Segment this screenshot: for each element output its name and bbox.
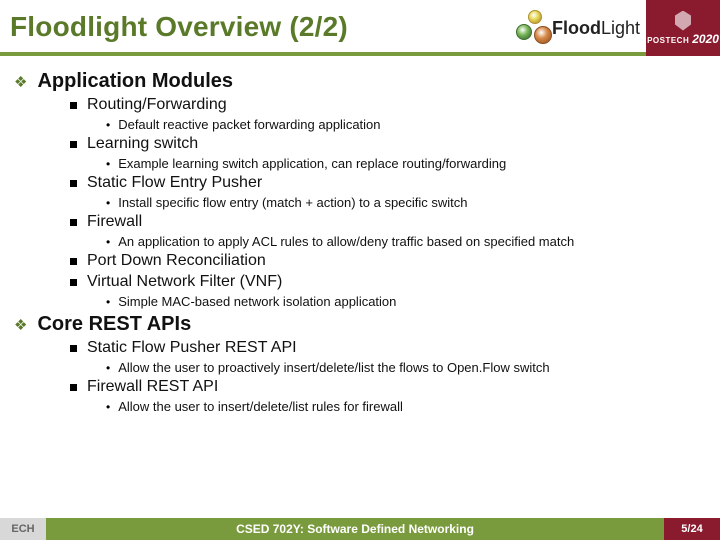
item-title: Virtual Network Filter (VNF) [87,273,282,291]
item-title: Static Flow Pusher REST API [87,339,297,357]
square-bullet-icon [70,219,77,226]
subitem-text: Example learning switch application, can… [118,156,506,171]
square-bullet-icon [70,258,77,265]
item-title: Static Flow Entry Pusher [87,174,262,192]
subitem: • Allow the user to proactively insert/de… [106,359,712,375]
square-bullet-icon [70,279,77,286]
subitem-text: Install specific flow entry (match + act… [118,195,467,210]
item-learning-switch: Learning switch [70,135,712,153]
footer-course-title: CSED 702Y: Software Defined Networking [46,518,664,540]
section-title: Application Modules [37,70,233,93]
floodlight-logo: FloodLight [512,8,640,48]
logo-area: FloodLight POSTECH 2020 [512,0,720,56]
footer-left-label: ECH [0,518,46,540]
postech-year: 2020 [692,32,719,46]
section-application-modules: ❖ Application Modules [8,70,712,93]
postech-label: POSTECH [647,36,689,45]
content: ❖Application Modules Routing/Forwarding … [0,56,720,414]
subitem-text: An application to apply ACL rules to all… [118,234,574,249]
subitem: • Example learning switch application, ca… [106,155,712,171]
footer: ECH CSED 702Y: Software Defined Networki… [0,518,720,540]
item-title: Learning switch [87,135,198,153]
subitem-text: Simple MAC-based network isolation appli… [118,294,396,309]
square-bullet-icon [70,345,77,352]
dot-bullet-icon: • [106,401,110,413]
item-routing-forwarding: Routing/Forwarding [70,96,712,114]
postech-badge: POSTECH 2020 [646,0,720,56]
item-static-flow-pusher-rest-api: Static Flow Pusher REST API [70,339,712,357]
item-title: Firewall [87,213,142,231]
subitem: • Simple MAC-based network isolation appl… [106,293,712,309]
item-virtual-network-filter: Virtual Network Filter (VNF) [70,273,712,291]
subitem: • Allow the user to insert/delete/list ru… [106,398,712,414]
square-bullet-icon [70,180,77,187]
footer-page-number: 5/24 [664,518,720,540]
square-bullet-icon [70,102,77,109]
item-title: Port Down Reconciliation [87,252,266,270]
subitem: • Default reactive packet forwarding appl… [106,116,712,132]
dot-bullet-icon: • [106,296,110,308]
section-title: Core REST APIs [37,313,191,336]
dot-bullet-icon: • [106,362,110,374]
diamond-bullet-icon: ❖ [14,316,27,334]
floodlight-logo-text: FloodLight [552,18,640,39]
floodlight-bulbs-icon [512,8,554,48]
subitem-text: Allow the user to proactively insert/del… [118,360,549,375]
dot-bullet-icon: • [106,197,110,209]
dot-bullet-icon: • [106,236,110,248]
subitem: • An application to apply ACL rules to al… [106,233,712,249]
item-title: Routing/Forwarding [87,96,227,114]
dot-bullet-icon: • [106,158,110,170]
item-firewall: Firewall [70,213,712,231]
square-bullet-icon [70,384,77,391]
square-bullet-icon [70,141,77,148]
postech-emblem-icon [675,11,691,31]
item-port-down-reconciliation: Port Down Reconciliation [70,252,712,270]
dot-bullet-icon: • [106,119,110,131]
subitem-text: Default reactive packet forwarding appli… [118,117,380,132]
subitem: • Install specific flow entry (match + ac… [106,194,712,210]
subitem-text: Allow the user to insert/delete/list rul… [118,399,403,414]
title-bar: Floodlight Overview (2/2) FloodLight POS… [0,0,720,56]
item-title: Firewall REST API [87,378,218,396]
item-static-flow-entry-pusher: Static Flow Entry Pusher [70,174,712,192]
section-core-rest-apis: ❖ Core REST APIs [8,313,712,336]
slide: Floodlight Overview (2/2) FloodLight POS… [0,0,720,540]
diamond-bullet-icon: ❖ [14,73,27,91]
item-firewall-rest-api: Firewall REST API [70,378,712,396]
